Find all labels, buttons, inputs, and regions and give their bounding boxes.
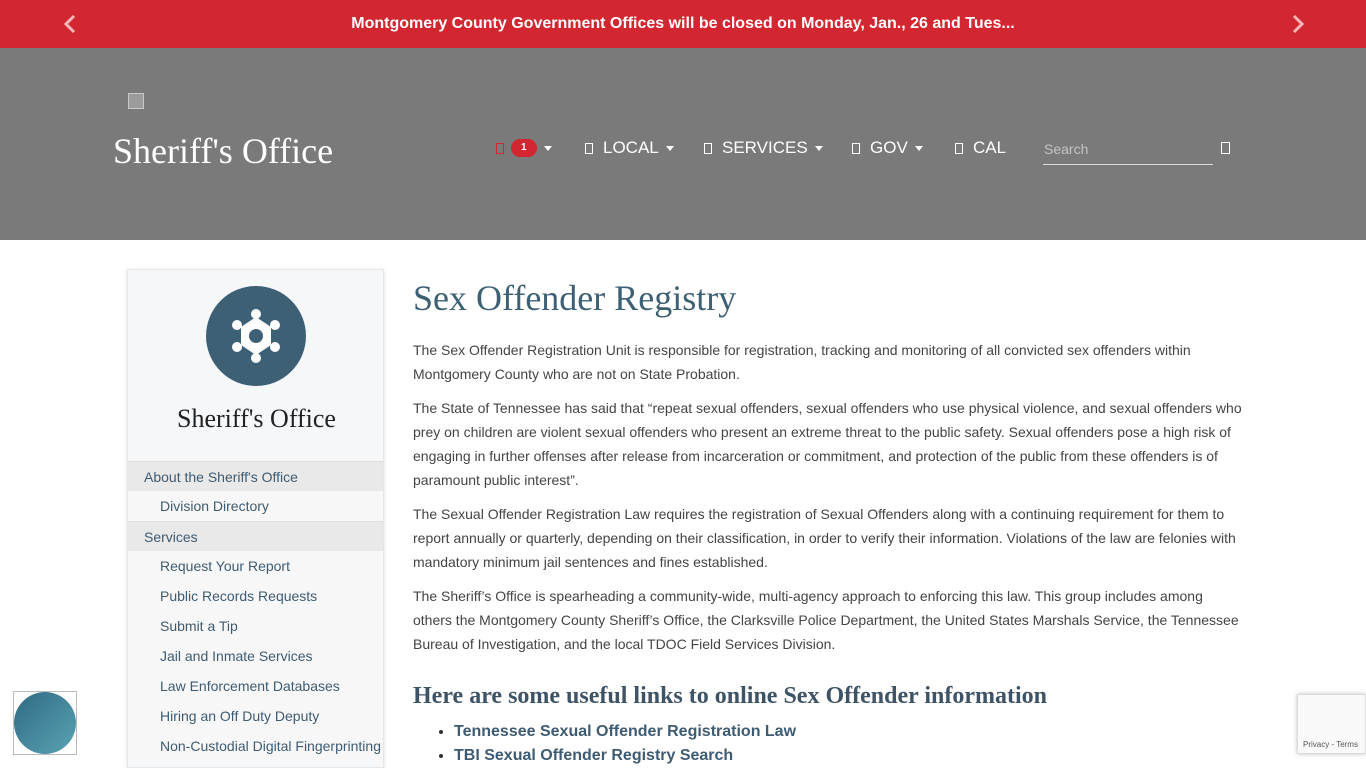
recaptcha-terms-links[interactable]: Privacy - Terms: [1303, 740, 1358, 749]
sidebar-item-services[interactable]: Services: [128, 521, 383, 551]
sidebar-item-request-report[interactable]: Request Your Report: [128, 551, 383, 581]
nav-label: GOV: [870, 138, 908, 157]
links-list: Tennessee Sexual Offender Registration L…: [413, 720, 1243, 768]
sidebar-item-hire-deputy[interactable]: Hiring an Off Duty Deputy: [128, 701, 383, 731]
list-item: TBI Sexual Offender Registry Search: [454, 744, 1243, 768]
bell-icon: [496, 142, 504, 154]
sidebar-item-fingerprinting[interactable]: Non-Custodial Digital Fingerprinting: [128, 731, 383, 761]
map-icon: [585, 142, 593, 154]
nav-notifications[interactable]: 1: [496, 136, 552, 160]
nav-services[interactable]: SERVICES: [704, 136, 823, 160]
link-registration-law[interactable]: Tennessee Sexual Offender Registration L…: [454, 723, 796, 740]
nav-label: LOCAL: [603, 138, 659, 157]
nav-label: CAL: [973, 138, 1007, 157]
nav-local[interactable]: LOCAL: [585, 136, 674, 160]
list-item: Tennessee Sexual Offender Registration L…: [454, 720, 1243, 744]
page-title: Sex Offender Registry: [413, 278, 737, 318]
caret-down-icon: [914, 145, 923, 151]
alert-banner: Montgomery County Government Offices wil…: [0, 0, 1366, 48]
nav-label: SERVICES: [722, 138, 808, 157]
alert-text[interactable]: Montgomery County Government Offices wil…: [351, 15, 1015, 33]
sidebar-item-division-directory[interactable]: Division Directory: [128, 491, 383, 521]
sheriff-star-icon: [232, 309, 280, 363]
site-title[interactable]: Sheriff's Office: [113, 130, 333, 172]
link-tbi-registry[interactable]: TBI Sexual Offender Registry Search: [454, 747, 733, 764]
sidebar-menu: About the Sheriff's Office Division Dire…: [128, 461, 383, 761]
search-input[interactable]: [1043, 135, 1213, 163]
calendar-icon: [955, 142, 963, 154]
sidebar-item-public-records[interactable]: Public Records Requests: [128, 581, 383, 611]
department-sidebar: Sheriff's Office About the Sheriff's Off…: [127, 269, 384, 768]
paragraph: The Sheriff’s Office is spearheading a c…: [413, 588, 1239, 652]
sidebar-item-about[interactable]: About the Sheriff's Office: [128, 461, 383, 491]
chevron-left-icon: [63, 14, 76, 34]
main-content: Sex Offender Registry The Sex Offender R…: [413, 276, 1243, 768]
links-heading: Here are some useful links to online Sex…: [413, 683, 1047, 709]
services-icon: [704, 142, 712, 154]
government-icon: [852, 142, 860, 154]
caret-down-icon: [543, 145, 552, 151]
county-logo[interactable]: [128, 93, 144, 109]
nav-cal[interactable]: CAL: [955, 136, 1006, 160]
sidebar-item-jail-inmate[interactable]: Jail and Inmate Services: [128, 641, 383, 671]
alert-next-button[interactable]: [1286, 10, 1310, 38]
paragraph: The Sexual Offender Registration Law req…: [413, 506, 1236, 570]
nav-gov[interactable]: GOV: [852, 136, 923, 160]
search-icon[interactable]: [1221, 142, 1230, 154]
sidebar-item-submit-tip[interactable]: Submit a Tip: [128, 611, 383, 641]
caret-down-icon: [665, 145, 674, 151]
chevron-right-icon: [1292, 14, 1305, 34]
search-field: [1043, 135, 1213, 165]
chat-avatar-icon: [14, 692, 76, 754]
sheriff-badge-icon: [206, 286, 306, 386]
notification-badge: 1: [511, 139, 537, 157]
department-title: Sheriff's Office: [177, 404, 336, 433]
paragraph: The Sex Offender Registration Unit is re…: [413, 342, 1191, 382]
recaptcha-badge: Privacy - Terms: [1297, 694, 1366, 754]
site-header: Sheriff's Office 1 LOCAL SERVICES GOV CA…: [0, 48, 1366, 240]
caret-down-icon: [814, 145, 823, 151]
alert-prev-button[interactable]: [58, 10, 82, 38]
chat-widget-button[interactable]: [13, 691, 77, 755]
paragraph: The State of Tennessee has said that “re…: [413, 400, 1242, 488]
sidebar-item-law-databases[interactable]: Law Enforcement Databases: [128, 671, 383, 701]
